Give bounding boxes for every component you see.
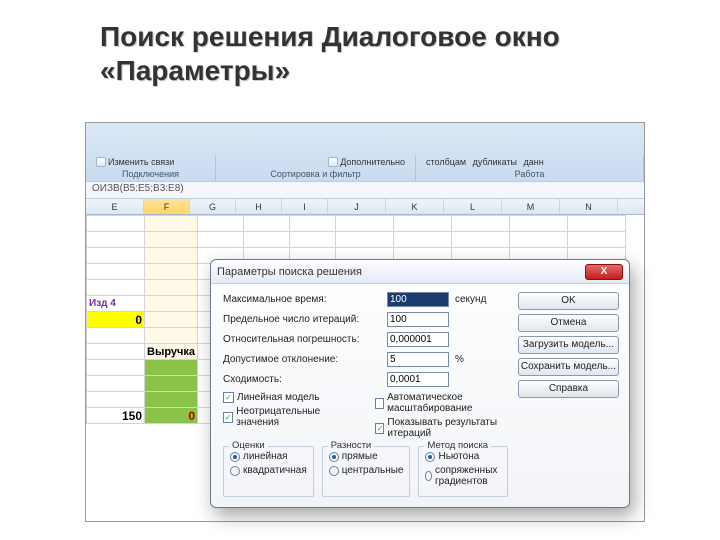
cell-0-red[interactable]: 0 (145, 408, 198, 424)
load-model-button[interactable]: Загрузить модель... (518, 336, 619, 354)
conjugate-radio[interactable] (425, 471, 431, 481)
forward-radio[interactable] (329, 452, 339, 462)
search-group: Метод поиска Ньютона сопряженных градиен… (418, 446, 507, 497)
nonneg-checkbox[interactable] (223, 412, 233, 423)
close-button[interactable]: X (585, 264, 623, 280)
help-button[interactable]: Справка (518, 380, 619, 398)
iterations-field[interactable] (387, 312, 449, 327)
cell-150[interactable]: 150 (87, 408, 145, 424)
refresh-icon (96, 157, 106, 167)
filter-icon (328, 157, 338, 167)
column-headers: E F G H I J K L M N (86, 199, 644, 215)
cell-zero[interactable]: 0 (87, 312, 145, 328)
autoscale-checkbox[interactable] (375, 398, 384, 409)
cell-izd4[interactable]: Изд 4 (87, 296, 145, 312)
ok-button[interactable]: OK (518, 292, 619, 310)
cell-vyruchka[interactable]: Выручка (145, 344, 198, 360)
page-title: Поиск решения Диалоговое окно «Параметры… (100, 20, 660, 87)
quadratic-radio[interactable] (230, 466, 240, 476)
formula-bar[interactable]: ОИЗВ(B5:E5;B3:E8) (86, 181, 644, 199)
max-time-field[interactable] (387, 292, 449, 307)
estimates-group: Оценки линейная квадратичная (223, 446, 314, 497)
newton-radio[interactable] (425, 452, 435, 462)
cancel-button[interactable]: Отмена (518, 314, 619, 332)
precision-field[interactable] (387, 332, 449, 347)
convergence-field[interactable] (387, 372, 449, 387)
show-iter-checkbox[interactable] (375, 423, 384, 434)
solver-options-dialog: Параметры поиска решения X Максимальное … (210, 259, 630, 508)
linear-model-checkbox[interactable] (223, 392, 234, 403)
linear-radio[interactable] (230, 452, 240, 462)
central-radio[interactable] (329, 466, 339, 476)
dialog-title: Параметры поиска решения (217, 266, 362, 278)
derivatives-group: Разности прямые центральные (322, 446, 411, 497)
tolerance-field[interactable] (387, 352, 449, 367)
save-model-button[interactable]: Сохранить модель... (518, 358, 619, 376)
ribbon: Изменить связи Подключения Дополнительно… (86, 123, 644, 181)
